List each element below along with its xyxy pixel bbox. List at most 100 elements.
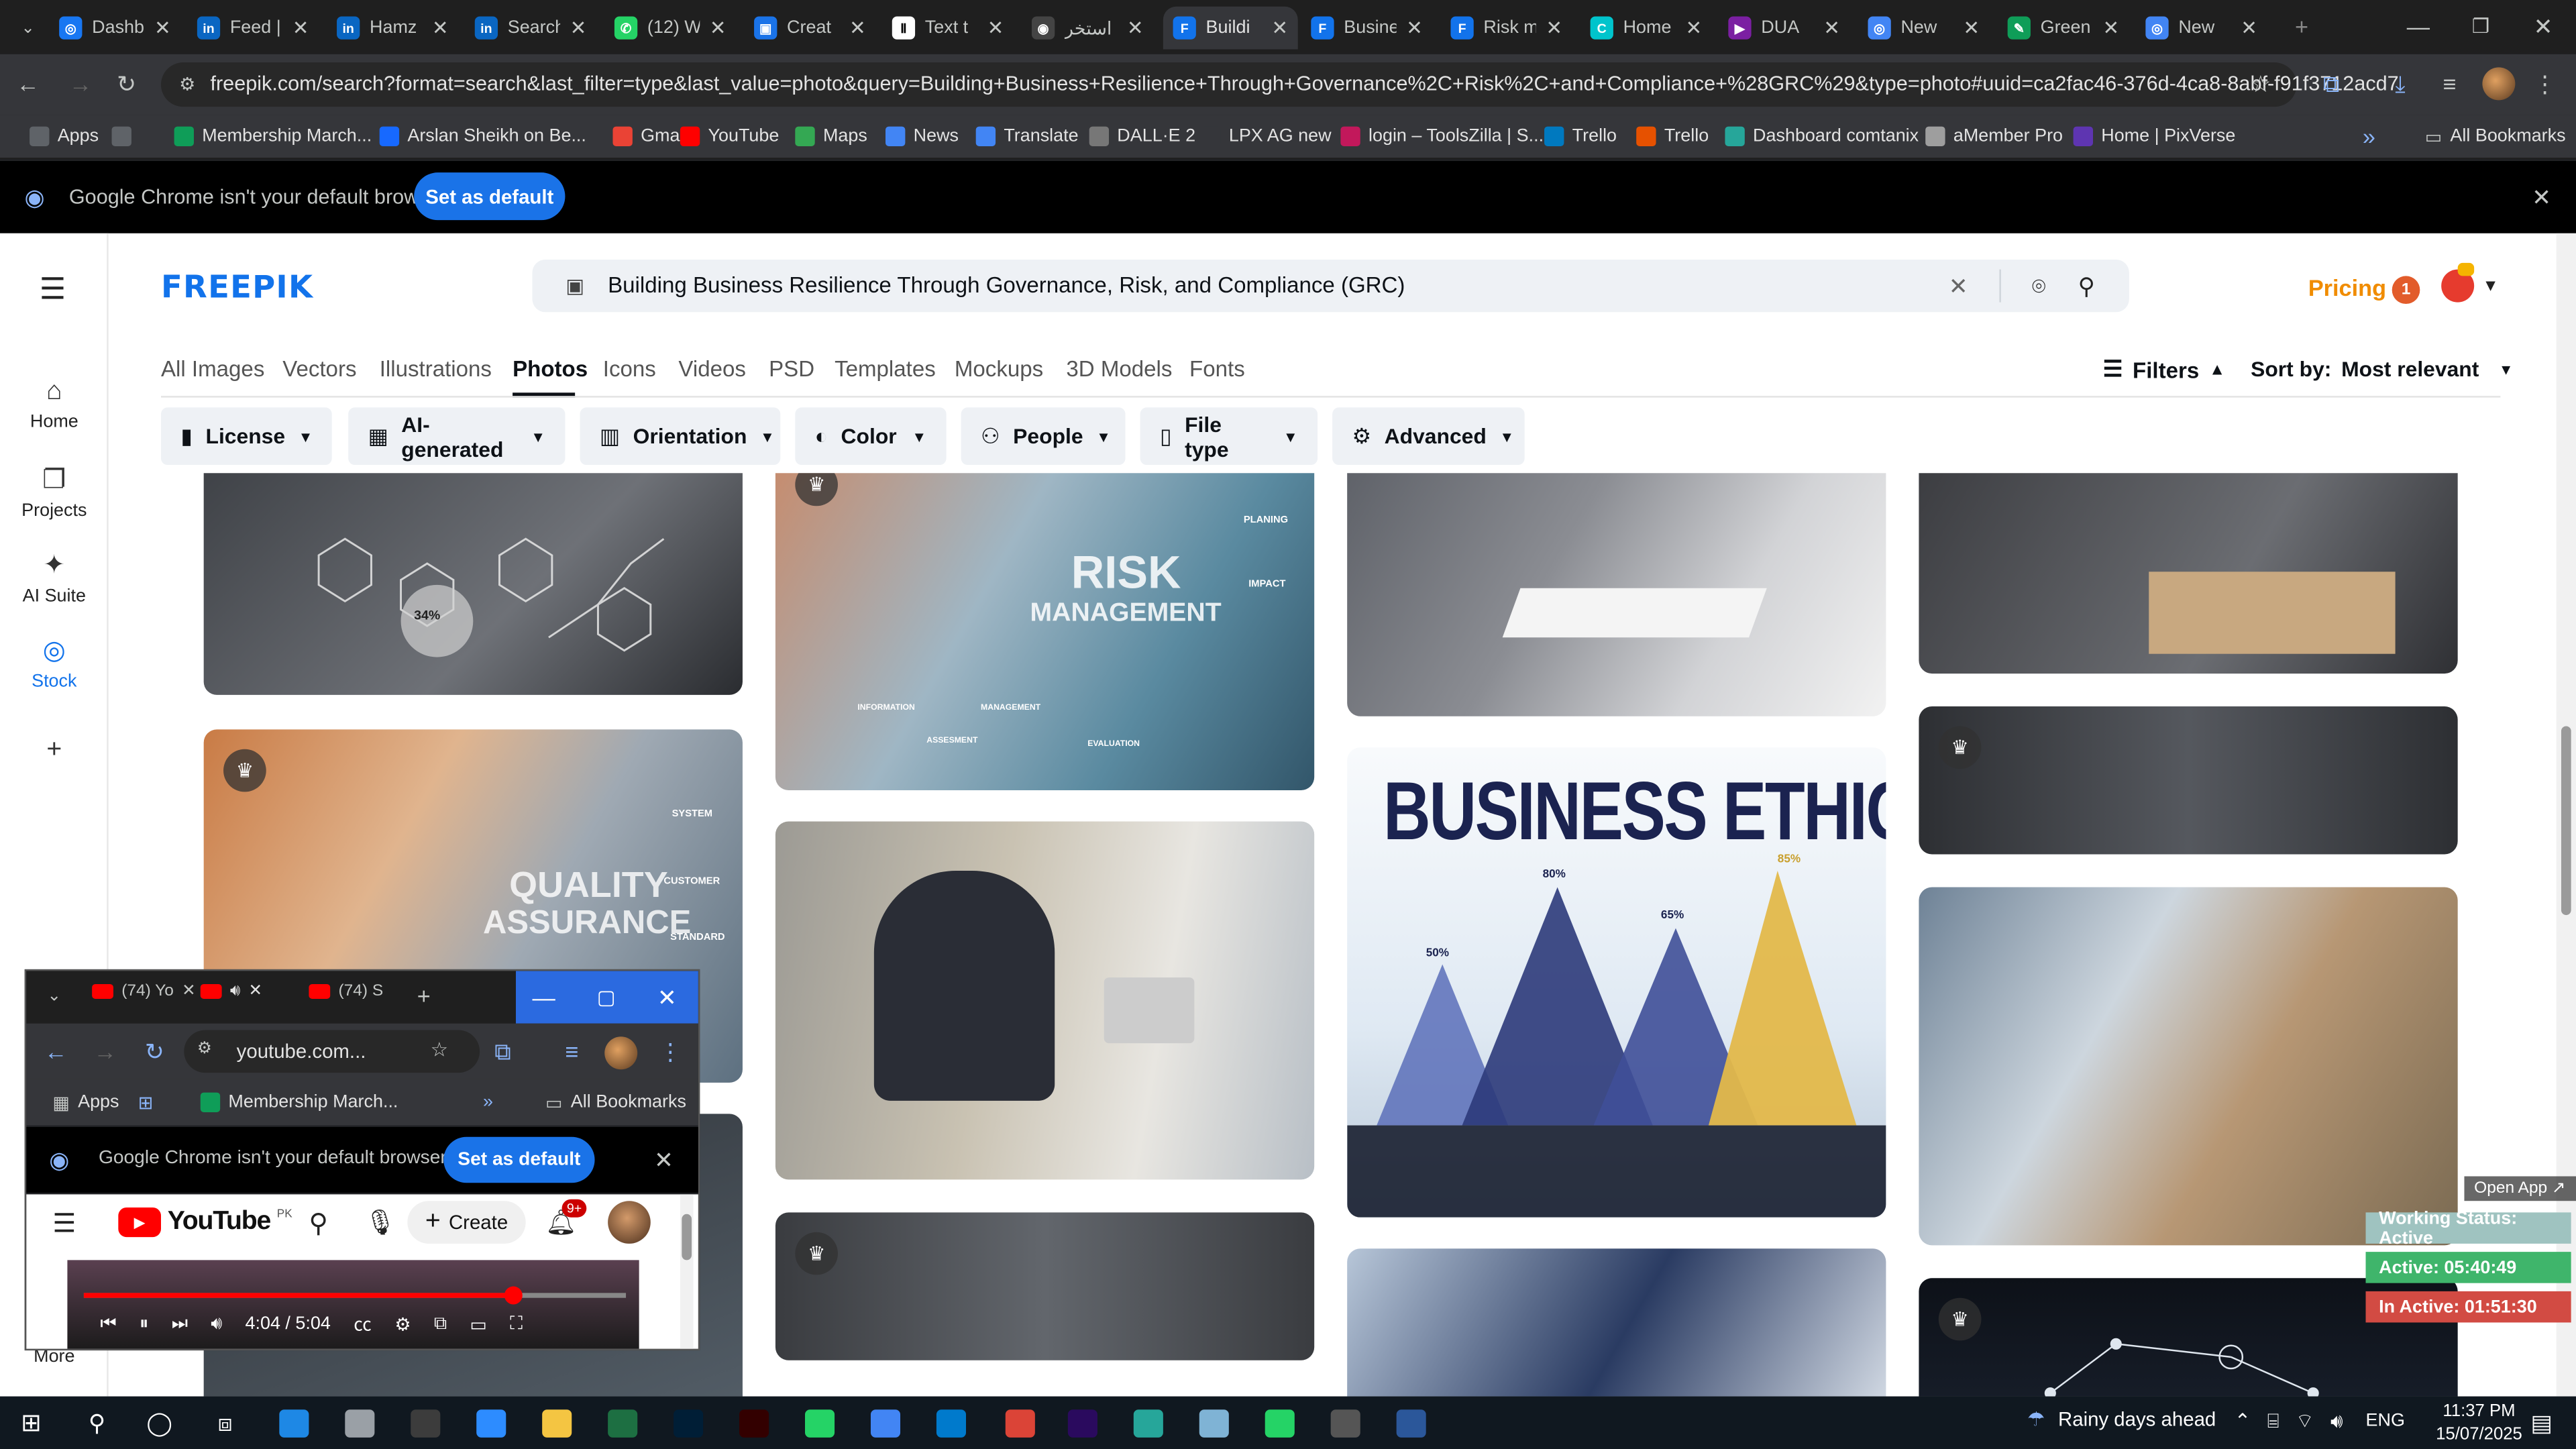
- set-default-button[interactable]: Set as default: [414, 172, 566, 221]
- filter-chip[interactable]: ▦ AI-generated ▼: [348, 407, 566, 466]
- whatsapp-icon[interactable]: [805, 1409, 835, 1438]
- sort-control[interactable]: Sort by: Most relevant ▼: [2251, 356, 2513, 381]
- nav-item[interactable]: ❐ Projects: [0, 464, 109, 521]
- category-tab[interactable]: Templates: [835, 356, 936, 381]
- browser-tab[interactable]: Ⅱ Text t ✕: [882, 7, 1014, 50]
- account-chevron-icon[interactable]: ▼: [2481, 274, 2500, 297]
- language-indicator[interactable]: ENG: [2366, 1411, 2405, 1431]
- word-icon[interactable]: [1396, 1409, 1426, 1438]
- tab-close-icon[interactable]: ✕: [2241, 16, 2257, 39]
- bookmark-item[interactable]: Membership March...: [174, 123, 372, 150]
- tab-close-icon[interactable]: ✕: [432, 16, 449, 39]
- tab-close-icon[interactable]: ✕: [2103, 16, 2120, 39]
- fullscreen-icon[interactable]: ⛶: [510, 1313, 523, 1335]
- filter-chip[interactable]: ⚇ People ▼: [961, 407, 1126, 466]
- nav-item[interactable]: ✦ AI Suite: [0, 549, 109, 606]
- yt-forward-icon[interactable]: →: [92, 1038, 118, 1065]
- browser-tab[interactable]: ▣ Creat ✕: [744, 7, 875, 50]
- search-input[interactable]: Building Business Resilience Through Gov…: [608, 273, 1405, 298]
- bookmark-item[interactable]: Translate: [975, 123, 1079, 150]
- yt-set-default-button[interactable]: Set as default: [443, 1136, 595, 1183]
- yt-all-bookmarks[interactable]: ▭ All Bookmarks: [545, 1089, 686, 1116]
- bookmark-item[interactable]: Arslan Sheikh on Be...: [379, 123, 586, 150]
- settings-icon[interactable]: ⚙: [394, 1313, 411, 1334]
- site-info-icon[interactable]: ⚙: [174, 70, 201, 97]
- clock-time[interactable]: 11:37 PM: [2428, 1401, 2530, 1421]
- yt-close-icon[interactable]: ✕: [652, 983, 682, 1010]
- tab-close-icon[interactable]: ✕: [249, 982, 263, 1000]
- tab-close-icon[interactable]: ✕: [1686, 16, 1703, 39]
- chrome-menu-icon[interactable]: ⋮: [2533, 69, 2556, 99]
- browser-tab[interactable]: F Risk m ✕: [1441, 7, 1572, 50]
- bookmarks-overflow-icon[interactable]: »: [2356, 123, 2382, 150]
- tab-close-icon[interactable]: ✕: [1963, 16, 1980, 39]
- tab-close-icon[interactable]: ✕: [1546, 16, 1562, 39]
- tab-close-icon[interactable]: ✕: [154, 16, 171, 39]
- clock-date[interactable]: 15/07/2025: [2428, 1424, 2530, 1444]
- yt-bookmark-apps[interactable]: ▦ Apps: [52, 1089, 119, 1116]
- pause-icon[interactable]: ⏸: [140, 1313, 148, 1335]
- mic-icon[interactable]: 🎙︎: [365, 1208, 396, 1237]
- terminal-icon[interactable]: [411, 1409, 441, 1438]
- cortana-icon[interactable]: ◯: [145, 1408, 174, 1438]
- vscode-icon[interactable]: [936, 1409, 967, 1438]
- tab-close-icon[interactable]: ✕: [182, 982, 196, 1000]
- media-control-icon[interactable]: ≡: [2434, 69, 2464, 99]
- search-bar[interactable]: ▣ Building Business Resilience Through G…: [532, 259, 2129, 313]
- category-tab[interactable]: Videos: [678, 356, 746, 381]
- browser-tab[interactable]: ▶ DUA ✕: [1719, 7, 1850, 50]
- zoom-icon[interactable]: [476, 1409, 506, 1438]
- bookmark-item[interactable]: aMember Pro: [1925, 123, 2063, 150]
- result-image-suit-clipboard[interactable]: [1347, 1248, 1886, 1397]
- browser-tab[interactable]: ◉ استخر ✕: [1022, 7, 1153, 50]
- browser-tab[interactable]: F Buildi ✕: [1163, 6, 1298, 50]
- bookmark-star-icon[interactable]: ☆: [2247, 70, 2273, 97]
- yt-star-icon[interactable]: ☆: [431, 1038, 448, 1061]
- edge-icon[interactable]: [279, 1409, 309, 1438]
- tab-search-icon[interactable]: ⌄: [13, 13, 43, 43]
- yt-minimize-icon[interactable]: —: [529, 984, 559, 1010]
- next-icon[interactable]: ⏭: [172, 1313, 188, 1335]
- filter-chip[interactable]: ▮ License ▼: [161, 407, 332, 466]
- category-tab[interactable]: Photos: [513, 356, 588, 381]
- tab-close-icon[interactable]: ✕: [292, 16, 309, 39]
- filters-toggle[interactable]: ☰ Filters ▲: [2103, 356, 2226, 382]
- bookmark-item[interactable]: Gmail: [612, 123, 688, 150]
- browser-tab[interactable]: in Hamz ✕: [327, 7, 458, 50]
- tab-close-icon[interactable]: ✕: [849, 16, 866, 39]
- volume-icon[interactable]: 🔊︎: [211, 1313, 222, 1335]
- result-image-tablet-man[interactable]: [1919, 887, 2458, 1246]
- category-tab[interactable]: Fonts: [1189, 356, 1245, 381]
- captions-icon[interactable]: ㏄: [354, 1311, 372, 1337]
- chrome-active-icon[interactable]: [1005, 1409, 1035, 1438]
- filter-chip[interactable]: ◐ Color ▼: [795, 407, 947, 466]
- previous-icon[interactable]: ⏮: [100, 1313, 116, 1335]
- bookmark-item[interactable]: Apps: [30, 123, 99, 150]
- category-tab[interactable]: All Images: [161, 356, 264, 381]
- filter-chip[interactable]: ▥ Orientation ▼: [580, 407, 781, 466]
- category-tab[interactable]: Vectors: [282, 356, 356, 381]
- nav-item[interactable]: +: [0, 736, 109, 770]
- yt-media-icon[interactable]: ≡: [559, 1038, 585, 1065]
- yt-tab-search-icon[interactable]: ⌄: [43, 984, 66, 1007]
- bookmark-item[interactable]: Trello: [1636, 123, 1709, 150]
- minimize-icon[interactable]: —: [2402, 13, 2434, 40]
- scrollbar-thumb[interactable]: [2561, 726, 2571, 916]
- pen-icon[interactable]: [345, 1409, 375, 1438]
- yt-extensions-icon[interactable]: ⧉: [490, 1038, 516, 1065]
- category-tab[interactable]: 3D Models: [1066, 356, 1172, 381]
- yt-address-bar[interactable]: ⚙ youtube.com... ☆: [184, 1030, 480, 1073]
- hamburger-icon[interactable]: ☰: [40, 273, 66, 307]
- browser-tab[interactable]: in Search ✕: [465, 7, 596, 50]
- forward-icon[interactable]: →: [66, 69, 95, 99]
- yt-tab-1[interactable]: 🔊︎ ✕: [200, 982, 263, 1000]
- yt-hamburger-icon[interactable]: ☰: [52, 1208, 76, 1240]
- result-image-signing[interactable]: [1347, 473, 1886, 716]
- file-explorer-icon[interactable]: [542, 1409, 572, 1438]
- bookmark-item[interactable]: Home | PixVerse: [2073, 123, 2235, 150]
- bookmark-item[interactable]: Maps: [795, 123, 867, 150]
- notification-badge[interactable]: 1: [2392, 276, 2420, 305]
- nav-item[interactable]: ⌂ Home: [0, 378, 109, 432]
- all-bookmarks[interactable]: ▭ All Bookmarks: [2425, 123, 2566, 150]
- browser-tab[interactable]: ◎ Dashb ✕: [49, 7, 180, 50]
